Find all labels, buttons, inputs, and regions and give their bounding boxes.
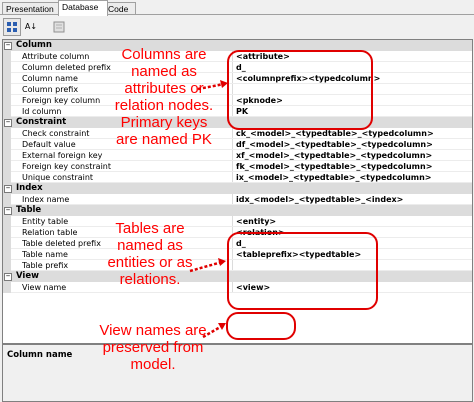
collapse-icon[interactable]: − <box>4 119 12 127</box>
annotation-views: View names are preserved from model. <box>99 322 207 373</box>
property-row[interactable]: Entity table <entity> <box>3 216 472 227</box>
help-title: Column name <box>7 350 73 360</box>
categorized-icon[interactable] <box>3 18 21 36</box>
category-label: Column <box>16 40 52 50</box>
arrow-icon <box>189 258 226 273</box>
alphabetical-sort-icon[interactable]: A↓ <box>22 18 40 36</box>
category-label: Table <box>16 205 42 215</box>
property-row[interactable]: Column deleted prefix d_ <box>3 62 472 73</box>
category-view[interactable]: − View <box>3 271 472 282</box>
property-row[interactable]: View name <view> <box>3 282 472 293</box>
category-label: Constraint <box>16 117 67 127</box>
collapse-icon[interactable]: − <box>4 42 12 50</box>
property-row[interactable]: Relation table <relation> <box>3 227 472 238</box>
annotation-columns: Columns are named as attributes or relat… <box>114 46 214 148</box>
tab-database[interactable]: Database <box>58 0 108 16</box>
arrow-icon <box>202 323 226 339</box>
annotation-tables: Tables are named as entities or as relat… <box>107 220 193 288</box>
property-help-pane: Column name <box>2 344 473 402</box>
property-row[interactable]: Index name idx_<model>_<typedtable>_<inde… <box>3 194 472 205</box>
property-row[interactable]: Unique constraint ix_<model>_<typedtable>… <box>3 172 472 183</box>
property-row[interactable]: Table name <tableprefix><typedtable> <box>3 249 472 260</box>
collapse-icon[interactable]: − <box>4 207 12 215</box>
property-row[interactable]: Id column PK <box>3 106 472 117</box>
category-column[interactable]: − Column <box>3 40 472 51</box>
category-index[interactable]: − Index <box>3 183 472 194</box>
property-row[interactable]: Table prefix <box>3 260 472 271</box>
collapse-icon[interactable]: − <box>4 185 12 193</box>
category-label: View <box>16 271 39 281</box>
property-row[interactable]: Column name <columnprefix><typedcolumn> <box>3 73 472 84</box>
property-row[interactable]: Default value df_<model>_<typedtable>_<ty… <box>3 139 472 150</box>
property-row[interactable]: Foreign key column <pknode> <box>3 95 472 106</box>
property-row[interactable]: External foreign key xf_<model>_<typedtab… <box>3 150 472 161</box>
category-constraint[interactable]: − Constraint <box>3 117 472 128</box>
property-row[interactable]: Column prefix <box>3 84 472 95</box>
property-row[interactable]: Foreign key constraint fk_<model>_<typedt… <box>3 161 472 172</box>
property-row[interactable]: Check constraint ck_<model>_<typedtable>_… <box>3 128 472 139</box>
category-label: Index <box>16 183 43 193</box>
category-table[interactable]: − Table <box>3 205 472 216</box>
collapse-icon[interactable]: − <box>4 273 12 281</box>
property-grid: − Column Attribute column <attribute> Col… <box>2 39 473 344</box>
property-toolbar: A↓ <box>3 18 73 36</box>
property-pages-icon[interactable] <box>50 18 68 36</box>
property-row[interactable]: Table deleted prefix d_ <box>3 238 472 249</box>
property-row[interactable]: Attribute column <attribute> <box>3 51 472 62</box>
arrow-icon <box>197 80 228 91</box>
